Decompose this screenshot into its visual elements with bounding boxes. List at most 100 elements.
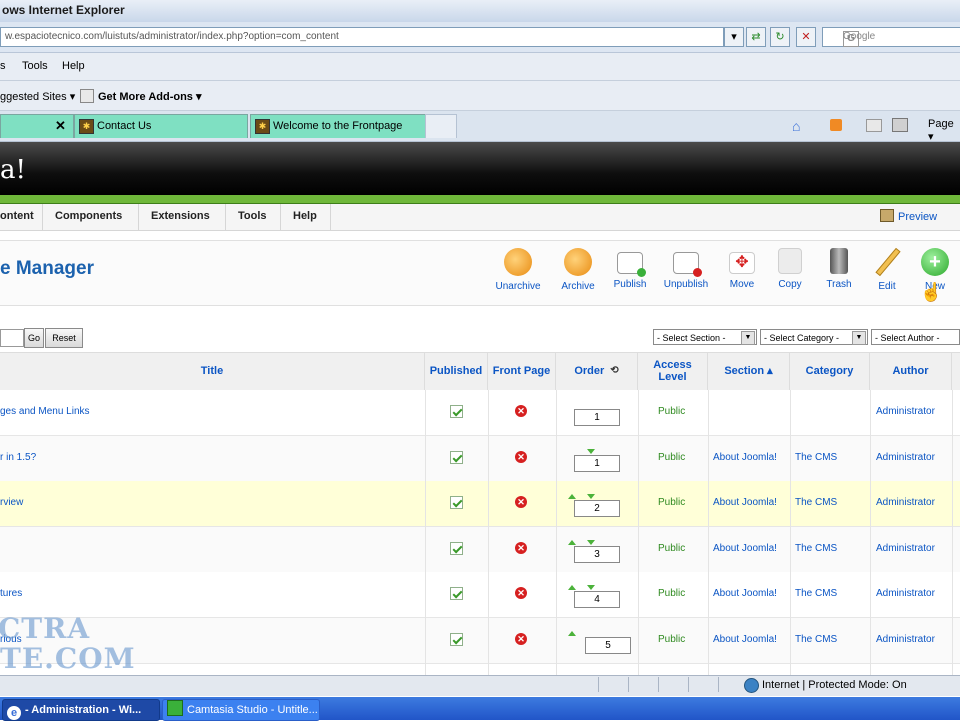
author-link[interactable]: Administrator xyxy=(876,588,935,599)
select-author[interactable]: - Select Author - xyxy=(871,329,960,345)
order-input[interactable]: 1 xyxy=(574,409,620,426)
published-check-icon[interactable] xyxy=(450,405,463,418)
column-front-page[interactable]: Front Page xyxy=(488,352,556,390)
category-link[interactable]: The CMS xyxy=(795,452,837,463)
access-level-link[interactable]: Public xyxy=(658,588,685,599)
tab-welcome-frontpage[interactable]: ✱ Welcome to the Frontpage xyxy=(250,114,426,138)
publish-button[interactable]: Publish xyxy=(603,248,657,298)
copy-button[interactable]: Copy xyxy=(763,248,817,298)
section-link[interactable]: About Joomla! xyxy=(713,452,777,463)
tab-close-icon[interactable]: ✕ xyxy=(55,118,66,134)
print-icon[interactable] xyxy=(892,118,908,132)
order-down-icon[interactable] xyxy=(587,449,595,454)
author-link[interactable]: Administrator xyxy=(876,634,935,645)
section-link[interactable]: About Joomla! xyxy=(713,497,777,508)
author-link[interactable]: Administrator xyxy=(876,497,935,508)
mail-icon[interactable] xyxy=(866,119,882,132)
article-title-link[interactable]: rview xyxy=(0,497,23,508)
column-order[interactable]: Order ⟲ xyxy=(556,352,638,390)
edit-button[interactable]: Edit xyxy=(860,247,914,298)
frontpage-no-icon[interactable]: ✕ xyxy=(515,587,527,599)
new-tab-button[interactable] xyxy=(425,114,457,138)
order-input[interactable]: 5 xyxy=(585,637,631,654)
compatibility-icon[interactable]: ⇄ xyxy=(746,27,766,47)
category-link[interactable]: The CMS xyxy=(795,497,837,508)
order-up-icon[interactable] xyxy=(568,585,576,590)
address-dropdown-icon[interactable]: ▾ xyxy=(724,27,744,47)
unpublish-button[interactable]: Unpublish xyxy=(659,248,713,298)
published-check-icon[interactable] xyxy=(450,542,463,555)
refresh-icon[interactable]: ↻ xyxy=(770,27,790,47)
published-check-icon[interactable] xyxy=(450,496,463,509)
admin-menu-help[interactable]: Help xyxy=(281,204,331,230)
page-menu[interactable]: Page ▾ xyxy=(928,118,960,143)
admin-menu-extensions[interactable]: Extensions xyxy=(139,204,226,230)
table-row[interactable]: rview ✕ 2 Public About Joomla! The CMS Adminis… xyxy=(0,481,960,527)
reset-button[interactable]: Reset xyxy=(45,328,83,348)
published-check-icon[interactable] xyxy=(450,633,463,646)
access-level-link[interactable]: Public xyxy=(658,634,685,645)
section-link[interactable]: About Joomla! xyxy=(713,543,777,554)
frontpage-no-icon[interactable]: ✕ xyxy=(515,496,527,508)
taskbar-item-camtasia[interactable]: Camtasia Studio - Untitle... xyxy=(162,699,320,721)
order-input[interactable]: 4 xyxy=(574,591,620,608)
trash-button[interactable]: Trash xyxy=(812,248,866,298)
column-title[interactable]: Title xyxy=(0,352,425,390)
address-field[interactable]: w.espaciotecnico.com/luistuts/administra… xyxy=(0,27,724,47)
archive-button[interactable]: Archive xyxy=(551,248,605,298)
published-check-icon[interactable] xyxy=(450,587,463,600)
article-title-link[interactable]: ges and Menu Links xyxy=(0,406,90,417)
stop-icon[interactable]: ✕ xyxy=(796,27,816,47)
published-check-icon[interactable] xyxy=(450,451,463,464)
order-down-icon[interactable] xyxy=(587,540,595,545)
category-link[interactable]: The CMS xyxy=(795,543,837,554)
table-row[interactable]: rious ✕ 5 Public About Joomla! The CMS Adminis… xyxy=(0,618,960,664)
menu-item-tools[interactable]: Tools xyxy=(22,60,48,72)
section-link[interactable]: About Joomla! xyxy=(713,634,777,645)
access-level-link[interactable]: Public xyxy=(658,452,685,463)
get-addons-link[interactable]: Get More Add-ons ▾ xyxy=(98,90,202,103)
frontpage-no-icon[interactable]: ✕ xyxy=(515,451,527,463)
table-row[interactable]: ges and Menu Links ✕ 1 Public Administrator xyxy=(0,390,960,436)
table-row[interactable]: ✕ 3 Public About Joomla! The CMS Administrato… xyxy=(0,527,960,573)
article-title-link[interactable]: tures xyxy=(0,588,22,599)
menu-item-help[interactable]: Help xyxy=(62,60,85,72)
order-input[interactable]: 1 xyxy=(574,455,620,472)
category-link[interactable]: The CMS xyxy=(795,634,837,645)
home-icon[interactable]: ⌂ xyxy=(792,118,800,134)
tab-administration[interactable]: ✕ xyxy=(0,114,74,138)
select-category[interactable]: - Select Category - ▼ xyxy=(760,329,868,345)
access-level-link[interactable]: Public xyxy=(658,497,685,508)
access-level-link[interactable]: Public xyxy=(658,406,685,417)
admin-menu-tools[interactable]: Tools xyxy=(226,204,281,230)
table-row[interactable]: r in 1.5? ✕ 1 Public About Joomla! The CMS Adm… xyxy=(0,436,960,482)
frontpage-no-icon[interactable]: ✕ xyxy=(515,633,527,645)
order-input[interactable]: 2 xyxy=(574,500,620,517)
save-order-icon[interactable]: ⟲ xyxy=(610,365,618,377)
admin-menu-content[interactable]: ontent xyxy=(0,204,43,230)
taskbar-item-ie[interactable]: e- Administration - Wi... xyxy=(2,699,160,721)
suggested-sites-link[interactable]: ggested Sites ▾ xyxy=(0,90,75,103)
author-link[interactable]: Administrator xyxy=(876,452,935,463)
article-title-link[interactable]: r in 1.5? xyxy=(0,452,36,463)
unarchive-button[interactable]: Unarchive xyxy=(491,248,545,298)
move-button[interactable]: ✥ Move xyxy=(715,248,769,298)
go-button[interactable]: Go xyxy=(24,328,44,348)
filter-input[interactable] xyxy=(0,329,24,347)
preview-link[interactable]: Preview xyxy=(880,209,937,223)
order-up-icon[interactable] xyxy=(568,631,576,636)
feeds-icon[interactable] xyxy=(830,119,842,131)
column-published[interactable]: Published xyxy=(425,352,488,390)
column-author[interactable]: Author xyxy=(870,352,952,390)
order-down-icon[interactable] xyxy=(587,585,595,590)
menu-item-favorites[interactable]: s xyxy=(0,60,6,72)
order-up-icon[interactable] xyxy=(568,540,576,545)
column-access-level[interactable]: Access Level xyxy=(638,352,708,390)
author-link[interactable]: Administrator xyxy=(876,543,935,554)
order-up-icon[interactable] xyxy=(568,494,576,499)
frontpage-no-icon[interactable]: ✕ xyxy=(515,542,527,554)
author-link[interactable]: Administrator xyxy=(876,406,935,417)
frontpage-no-icon[interactable]: ✕ xyxy=(515,405,527,417)
column-section[interactable]: Section ▴ xyxy=(708,352,790,390)
admin-menu-components[interactable]: Components xyxy=(43,204,139,230)
